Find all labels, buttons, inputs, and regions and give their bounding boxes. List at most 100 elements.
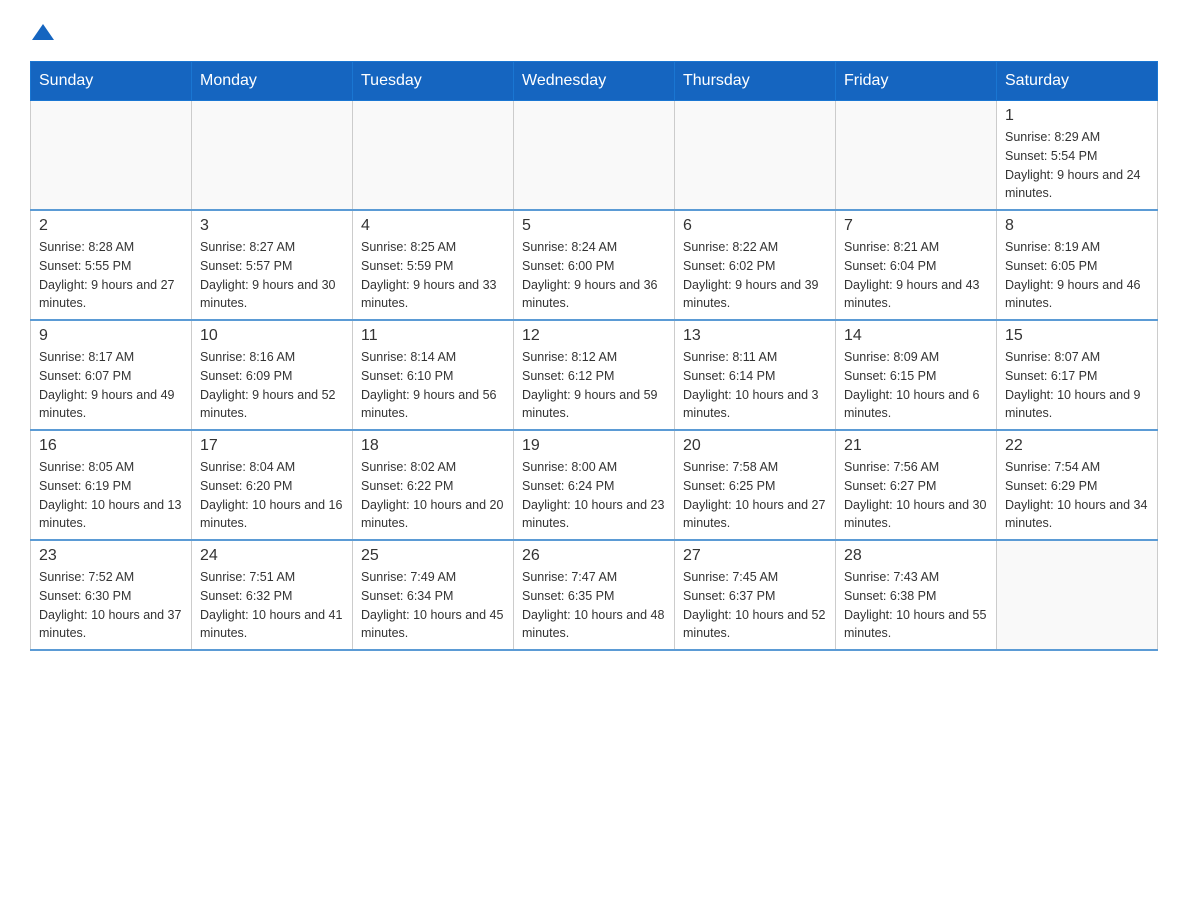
day-info: Sunrise: 8:11 AMSunset: 6:14 PMDaylight:… bbox=[683, 348, 827, 423]
day-info: Sunrise: 8:12 AMSunset: 6:12 PMDaylight:… bbox=[522, 348, 666, 423]
calendar-cell: 13 Sunrise: 8:11 AMSunset: 6:14 PMDayligh… bbox=[675, 320, 836, 430]
day-number: 10 bbox=[200, 327, 344, 345]
day-number: 4 bbox=[361, 217, 505, 235]
day-number: 6 bbox=[683, 217, 827, 235]
day-info: Sunrise: 8:22 AMSunset: 6:02 PMDaylight:… bbox=[683, 238, 827, 313]
calendar-week-4: 16 Sunrise: 8:05 AMSunset: 6:19 PMDayligh… bbox=[31, 430, 1158, 540]
calendar-cell: 9 Sunrise: 8:17 AMSunset: 6:07 PMDaylight… bbox=[31, 320, 192, 430]
day-number: 2 bbox=[39, 217, 183, 235]
day-info: Sunrise: 7:47 AMSunset: 6:35 PMDaylight:… bbox=[522, 568, 666, 643]
calendar-cell bbox=[675, 101, 836, 211]
day-number: 17 bbox=[200, 437, 344, 455]
calendar-cell: 17 Sunrise: 8:04 AMSunset: 6:20 PMDayligh… bbox=[192, 430, 353, 540]
day-info: Sunrise: 7:52 AMSunset: 6:30 PMDaylight:… bbox=[39, 568, 183, 643]
day-number: 11 bbox=[361, 327, 505, 345]
day-number: 18 bbox=[361, 437, 505, 455]
day-info: Sunrise: 7:43 AMSunset: 6:38 PMDaylight:… bbox=[844, 568, 988, 643]
day-info: Sunrise: 8:02 AMSunset: 6:22 PMDaylight:… bbox=[361, 458, 505, 533]
day-number: 25 bbox=[361, 547, 505, 565]
day-number: 12 bbox=[522, 327, 666, 345]
day-info: Sunrise: 8:19 AMSunset: 6:05 PMDaylight:… bbox=[1005, 238, 1149, 313]
day-info: Sunrise: 8:29 AMSunset: 5:54 PMDaylight:… bbox=[1005, 128, 1149, 203]
day-number: 27 bbox=[683, 547, 827, 565]
calendar-week-2: 2 Sunrise: 8:28 AMSunset: 5:55 PMDaylight… bbox=[31, 210, 1158, 320]
day-info: Sunrise: 8:25 AMSunset: 5:59 PMDaylight:… bbox=[361, 238, 505, 313]
weekday-header-monday: Monday bbox=[192, 62, 353, 101]
calendar-cell: 16 Sunrise: 8:05 AMSunset: 6:19 PMDayligh… bbox=[31, 430, 192, 540]
calendar-cell: 25 Sunrise: 7:49 AMSunset: 6:34 PMDayligh… bbox=[353, 540, 514, 650]
day-info: Sunrise: 7:54 AMSunset: 6:29 PMDaylight:… bbox=[1005, 458, 1149, 533]
day-number: 14 bbox=[844, 327, 988, 345]
day-number: 26 bbox=[522, 547, 666, 565]
weekday-header-thursday: Thursday bbox=[675, 62, 836, 101]
weekday-header-sunday: Sunday bbox=[31, 62, 192, 101]
day-number: 13 bbox=[683, 327, 827, 345]
calendar-cell: 28 Sunrise: 7:43 AMSunset: 6:38 PMDayligh… bbox=[836, 540, 997, 650]
calendar-cell: 26 Sunrise: 7:47 AMSunset: 6:35 PMDayligh… bbox=[514, 540, 675, 650]
day-info: Sunrise: 8:09 AMSunset: 6:15 PMDaylight:… bbox=[844, 348, 988, 423]
day-info: Sunrise: 7:58 AMSunset: 6:25 PMDaylight:… bbox=[683, 458, 827, 533]
day-info: Sunrise: 7:56 AMSunset: 6:27 PMDaylight:… bbox=[844, 458, 988, 533]
day-info: Sunrise: 8:24 AMSunset: 6:00 PMDaylight:… bbox=[522, 238, 666, 313]
day-info: Sunrise: 8:28 AMSunset: 5:55 PMDaylight:… bbox=[39, 238, 183, 313]
day-info: Sunrise: 8:14 AMSunset: 6:10 PMDaylight:… bbox=[361, 348, 505, 423]
calendar-cell bbox=[997, 540, 1158, 650]
calendar-cell: 27 Sunrise: 7:45 AMSunset: 6:37 PMDayligh… bbox=[675, 540, 836, 650]
day-number: 15 bbox=[1005, 327, 1149, 345]
weekday-header-friday: Friday bbox=[836, 62, 997, 101]
day-number: 5 bbox=[522, 217, 666, 235]
day-number: 22 bbox=[1005, 437, 1149, 455]
day-info: Sunrise: 7:51 AMSunset: 6:32 PMDaylight:… bbox=[200, 568, 344, 643]
logo-triangle-icon bbox=[32, 22, 54, 40]
calendar-cell bbox=[514, 101, 675, 211]
calendar-cell: 2 Sunrise: 8:28 AMSunset: 5:55 PMDaylight… bbox=[31, 210, 192, 320]
day-number: 8 bbox=[1005, 217, 1149, 235]
day-info: Sunrise: 8:27 AMSunset: 5:57 PMDaylight:… bbox=[200, 238, 344, 313]
day-info: Sunrise: 8:17 AMSunset: 6:07 PMDaylight:… bbox=[39, 348, 183, 423]
calendar-cell: 15 Sunrise: 8:07 AMSunset: 6:17 PMDayligh… bbox=[997, 320, 1158, 430]
calendar-cell: 8 Sunrise: 8:19 AMSunset: 6:05 PMDaylight… bbox=[997, 210, 1158, 320]
weekday-header-row: SundayMondayTuesdayWednesdayThursdayFrid… bbox=[31, 62, 1158, 101]
day-number: 28 bbox=[844, 547, 988, 565]
day-info: Sunrise: 7:49 AMSunset: 6:34 PMDaylight:… bbox=[361, 568, 505, 643]
calendar-cell: 21 Sunrise: 7:56 AMSunset: 6:27 PMDayligh… bbox=[836, 430, 997, 540]
day-info: Sunrise: 7:45 AMSunset: 6:37 PMDaylight:… bbox=[683, 568, 827, 643]
calendar-cell: 12 Sunrise: 8:12 AMSunset: 6:12 PMDayligh… bbox=[514, 320, 675, 430]
day-number: 3 bbox=[200, 217, 344, 235]
calendar-cell: 23 Sunrise: 7:52 AMSunset: 6:30 PMDayligh… bbox=[31, 540, 192, 650]
calendar-cell: 24 Sunrise: 7:51 AMSunset: 6:32 PMDayligh… bbox=[192, 540, 353, 650]
day-info: Sunrise: 8:00 AMSunset: 6:24 PMDaylight:… bbox=[522, 458, 666, 533]
calendar-cell bbox=[353, 101, 514, 211]
calendar-table: SundayMondayTuesdayWednesdayThursdayFrid… bbox=[30, 61, 1158, 651]
calendar-cell: 6 Sunrise: 8:22 AMSunset: 6:02 PMDaylight… bbox=[675, 210, 836, 320]
day-number: 24 bbox=[200, 547, 344, 565]
day-number: 20 bbox=[683, 437, 827, 455]
calendar-cell: 4 Sunrise: 8:25 AMSunset: 5:59 PMDaylight… bbox=[353, 210, 514, 320]
calendar-cell: 19Sunrise: 8:00 AMSunset: 6:24 PMDayligh… bbox=[514, 430, 675, 540]
calendar-cell bbox=[31, 101, 192, 211]
calendar-week-1: 1 Sunrise: 8:29 AMSunset: 5:54 PMDaylight… bbox=[31, 101, 1158, 211]
weekday-header-tuesday: Tuesday bbox=[353, 62, 514, 101]
day-number: 21 bbox=[844, 437, 988, 455]
calendar-week-5: 23 Sunrise: 7:52 AMSunset: 6:30 PMDayligh… bbox=[31, 540, 1158, 650]
day-info: Sunrise: 8:04 AMSunset: 6:20 PMDaylight:… bbox=[200, 458, 344, 533]
day-number: 7 bbox=[844, 217, 988, 235]
day-info: Sunrise: 8:21 AMSunset: 6:04 PMDaylight:… bbox=[844, 238, 988, 313]
calendar-cell: 10Sunrise: 8:16 AMSunset: 6:09 PMDayligh… bbox=[192, 320, 353, 430]
logo bbox=[30, 20, 54, 41]
calendar-cell: 22 Sunrise: 7:54 AMSunset: 6:29 PMDayligh… bbox=[997, 430, 1158, 540]
day-info: Sunrise: 8:05 AMSunset: 6:19 PMDaylight:… bbox=[39, 458, 183, 533]
calendar-cell: 18 Sunrise: 8:02 AMSunset: 6:22 PMDayligh… bbox=[353, 430, 514, 540]
day-info: Sunrise: 8:07 AMSunset: 6:17 PMDaylight:… bbox=[1005, 348, 1149, 423]
day-number: 1 bbox=[1005, 107, 1149, 125]
calendar-cell: 11 Sunrise: 8:14 AMSunset: 6:10 PMDayligh… bbox=[353, 320, 514, 430]
day-number: 23 bbox=[39, 547, 183, 565]
weekday-header-wednesday: Wednesday bbox=[514, 62, 675, 101]
calendar-cell: 3 Sunrise: 8:27 AMSunset: 5:57 PMDaylight… bbox=[192, 210, 353, 320]
calendar-cell: 1 Sunrise: 8:29 AMSunset: 5:54 PMDaylight… bbox=[997, 101, 1158, 211]
weekday-header-saturday: Saturday bbox=[997, 62, 1158, 101]
calendar-cell: 20 Sunrise: 7:58 AMSunset: 6:25 PMDayligh… bbox=[675, 430, 836, 540]
day-number: 9 bbox=[39, 327, 183, 345]
calendar-cell: 5 Sunrise: 8:24 AMSunset: 6:00 PMDaylight… bbox=[514, 210, 675, 320]
day-number: 16 bbox=[39, 437, 183, 455]
